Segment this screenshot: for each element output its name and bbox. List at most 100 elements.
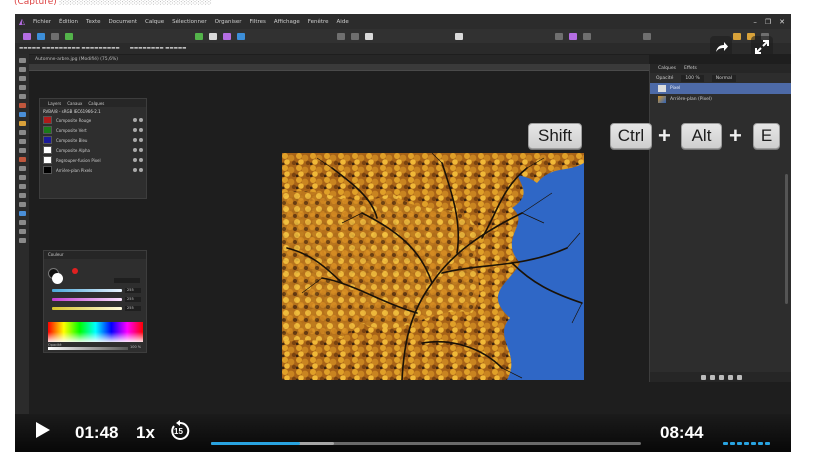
effects-tab[interactable]: Effets <box>684 66 697 71</box>
play-button[interactable] <box>35 421 51 444</box>
tool-lasso-icon[interactable] <box>18 94 26 99</box>
menu-item[interactable]: Édition <box>55 19 82 25</box>
menu-item[interactable]: Aide <box>333 19 353 25</box>
tool-gradient-icon[interactable] <box>18 121 26 126</box>
color-spectrum[interactable] <box>48 322 143 342</box>
color-icon <box>223 32 231 40</box>
menu-item[interactable]: Affichage <box>270 19 304 25</box>
slider-2[interactable] <box>52 298 122 301</box>
channel-row[interactable]: Composite Rouge <box>40 115 146 125</box>
menu-item[interactable]: Organiser <box>211 19 246 25</box>
add-layer-icon[interactable] <box>700 374 706 380</box>
edit-icon[interactable] <box>139 128 143 132</box>
edit-icon[interactable] <box>139 138 143 142</box>
tool-shape-icon[interactable] <box>18 175 26 180</box>
slider-1[interactable] <box>52 289 122 292</box>
plus-sign-2: + <box>729 123 742 148</box>
video-player[interactable]: ◭ Fichier Édition Texte Document Calque Sélec… <box>15 14 791 452</box>
adjustment-icon[interactable] <box>709 374 715 380</box>
visibility-icon[interactable] <box>133 118 137 122</box>
skip-back-button[interactable]: 15 <box>169 420 191 442</box>
layers-tab[interactable]: Calques <box>658 66 676 71</box>
layer-label: Pixel <box>670 86 681 91</box>
channel-swatch <box>43 126 52 134</box>
edit-icon[interactable] <box>139 168 143 172</box>
progress-played <box>211 442 300 445</box>
edit-icon[interactable] <box>139 118 143 122</box>
menu-item[interactable]: Sélectionner <box>168 19 210 25</box>
contrast-icon <box>209 32 217 40</box>
mask-icon <box>365 32 373 40</box>
layer-row[interactable]: Arrière-plan (Pixel) <box>650 94 791 105</box>
layer-row[interactable]: Pixel <box>650 83 791 94</box>
layer-opacity-field[interactable]: 100 % <box>681 74 704 82</box>
menu-item[interactable]: Document <box>105 19 142 25</box>
menu-item[interactable]: Filtres <box>246 19 270 25</box>
channel-row[interactable]: Arrière-plan Pixels <box>40 165 146 175</box>
tool-zoom-icon[interactable] <box>18 193 26 198</box>
tool-hand-icon[interactable] <box>18 202 26 207</box>
layers-scrollbar[interactable] <box>785 174 788 304</box>
tool-move-icon[interactable] <box>18 58 26 63</box>
tool-heal-icon[interactable] <box>18 157 26 162</box>
menu-item[interactable]: Fenêtre <box>304 19 333 25</box>
stroke-swatch[interactable] <box>52 273 63 284</box>
channels-tab-2[interactable]: Canaux <box>67 101 82 106</box>
visibility-icon[interactable] <box>133 138 137 142</box>
channels-tab-3[interactable]: Calques <box>88 101 104 106</box>
visibility-icon[interactable] <box>133 158 137 162</box>
slider-3[interactable] <box>52 307 122 310</box>
tool-text-icon[interactable] <box>18 184 26 189</box>
tool-dodge-icon[interactable] <box>18 148 26 153</box>
slider-1-value[interactable]: 255 <box>125 288 141 293</box>
more-options-icon[interactable] <box>723 442 770 445</box>
tool-view-icon[interactable] <box>18 67 26 72</box>
tool-clone-icon[interactable] <box>18 139 26 144</box>
channel-row[interactable]: Regrouper-fusion Pixel <box>40 155 146 165</box>
tool-color-icon[interactable] <box>18 211 26 216</box>
share-icon[interactable] <box>710 36 732 58</box>
visibility-icon[interactable] <box>133 128 137 132</box>
tool-brush-icon[interactable] <box>18 103 26 108</box>
channel-label: Composite Bleu <box>56 137 88 143</box>
menu-item[interactable]: Fichier <box>29 19 55 25</box>
layers-controls: Opacité 100 % Normal <box>650 73 791 83</box>
tool-fill-icon[interactable] <box>18 112 26 117</box>
color-mode-dropdown[interactable] <box>114 278 140 283</box>
menu-item[interactable]: Texte <box>82 19 105 25</box>
tool-crop-icon[interactable] <box>18 76 26 81</box>
opacity-slider[interactable] <box>48 347 128 350</box>
channel-label: Composite Rouge <box>56 117 92 123</box>
channels-tab-1[interactable]: Layers <box>48 101 61 106</box>
key-ctrl: Ctrl <box>610 123 652 149</box>
playback-speed-button[interactable]: 1x <box>136 423 155 443</box>
document-tab[interactable]: Automne-arbre.jpg (Modifié) (75,6%) <box>29 55 649 64</box>
menu-item[interactable]: Calque <box>141 19 168 25</box>
tool-select-icon[interactable] <box>18 85 26 90</box>
progress-bar[interactable] <box>211 442 641 445</box>
edit-icon[interactable] <box>139 158 143 162</box>
visibility-icon[interactable] <box>133 168 137 172</box>
snap-icon <box>351 32 359 40</box>
group-icon[interactable] <box>727 374 733 380</box>
delete-layer-icon[interactable] <box>736 374 742 380</box>
app-menubar: ◭ Fichier Édition Texte Document Calque Sélec… <box>15 14 791 29</box>
tool-more-icon[interactable] <box>18 238 26 243</box>
slider-3-value[interactable]: 255 <box>125 306 141 311</box>
affinity-logo-icon: ◭ <box>18 17 26 26</box>
edit-icon[interactable] <box>139 148 143 152</box>
blend-mode-select[interactable]: Normal <box>711 74 737 82</box>
fx-icon[interactable] <box>718 374 724 380</box>
channel-row[interactable]: Composite Vert <box>40 125 146 135</box>
expand-icon[interactable] <box>751 36 773 58</box>
primary-color-icon[interactable] <box>72 268 78 274</box>
channel-row[interactable]: Composite Bleu <box>40 135 146 145</box>
visibility-icon[interactable] <box>133 148 137 152</box>
opacity-value[interactable]: 100 % <box>130 345 141 349</box>
channel-row[interactable]: Composite Alpha <box>40 145 146 155</box>
tool-sample-icon[interactable] <box>18 229 26 234</box>
tool-erase-icon[interactable] <box>18 130 26 135</box>
slider-2-value[interactable]: 255 <box>125 297 141 302</box>
tool-mesh-icon[interactable] <box>18 220 26 225</box>
tool-pen-icon[interactable] <box>18 166 26 171</box>
